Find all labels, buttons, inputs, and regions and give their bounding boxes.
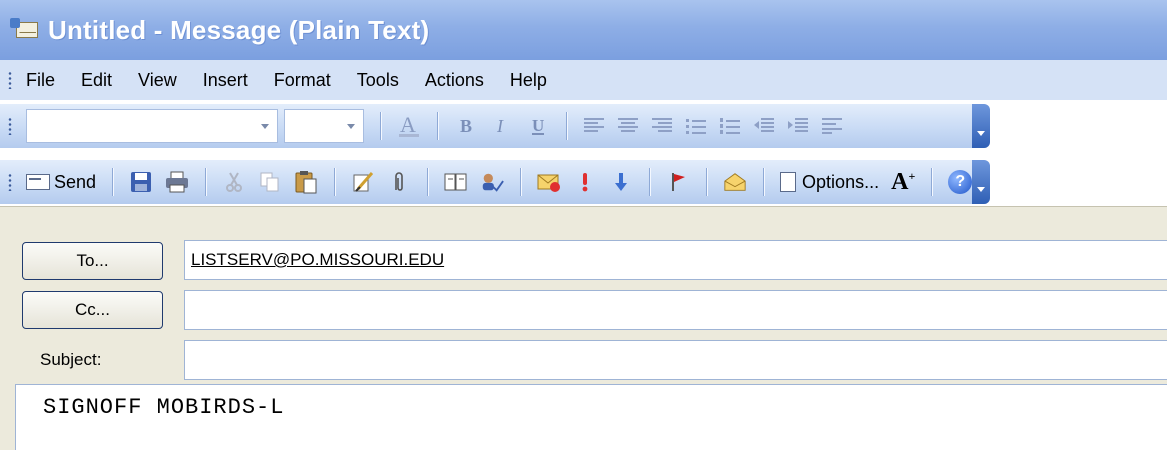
address-book-icon[interactable] — [444, 170, 468, 194]
bullets-icon[interactable] — [685, 117, 707, 135]
toolbar-separator — [427, 168, 429, 196]
toolbar-separator — [205, 168, 207, 196]
importance-high-icon[interactable] — [573, 170, 597, 194]
help-icon[interactable]: ? — [948, 170, 973, 194]
options-doc-icon — [780, 172, 797, 192]
menu-grip-handle[interactable] — [8, 71, 12, 89]
svg-text:A: A — [400, 113, 416, 137]
font-size-grow-icon[interactable]: A+ — [891, 169, 915, 196]
to-button[interactable]: To... — [22, 242, 163, 280]
italic-icon: I — [496, 116, 504, 136]
envelope-icon — [26, 174, 50, 190]
menu-file[interactable]: File — [26, 70, 55, 91]
send-button[interactable]: Send — [26, 172, 96, 193]
toolbar-options-chevron[interactable] — [972, 160, 990, 204]
menu-actions[interactable]: Actions — [425, 70, 484, 91]
align-left-icon[interactable] — [583, 117, 605, 135]
decrease-indent-icon[interactable] — [753, 117, 775, 135]
cut-icon[interactable] — [222, 170, 246, 194]
toolbar-separator — [706, 168, 708, 196]
toolbar-separator — [520, 168, 522, 196]
menu-view[interactable]: View — [138, 70, 177, 91]
toolbar-separator — [112, 168, 114, 196]
options-label: Options... — [802, 171, 880, 192]
check-names-icon[interactable] — [480, 170, 504, 194]
menu-insert[interactable]: Insert — [203, 70, 248, 91]
menu-tools[interactable]: Tools — [357, 70, 399, 91]
message-flag-envelope-icon[interactable] — [537, 170, 561, 194]
options-button[interactable]: Options... — [780, 172, 879, 193]
paperclip-icon[interactable] — [387, 170, 411, 194]
font-color-button[interactable]: A — [396, 111, 422, 141]
underline-icon: U — [532, 116, 544, 135]
formatting-toolbar-grip[interactable] — [8, 117, 12, 135]
chevron-down-icon — [347, 123, 355, 129]
message-app-icon — [10, 18, 40, 42]
standard-toolbar: Send Options... A+ ? — [0, 160, 990, 204]
font-size-combo[interactable] — [284, 109, 364, 143]
to-recipient[interactable]: LISTSERV@PO.MISSOURI.EDU — [191, 250, 444, 270]
toolbar-separator — [566, 112, 567, 140]
align-right-icon[interactable] — [651, 117, 673, 135]
title-bar: Untitled - Message (Plain Text) — [0, 0, 1167, 60]
copy-icon[interactable] — [258, 170, 282, 194]
attach-item-icon[interactable] — [351, 170, 375, 194]
svg-text:B: B — [460, 116, 472, 136]
font-name-combo[interactable] — [26, 109, 278, 143]
standard-toolbar-grip[interactable] — [8, 173, 12, 191]
cc-button[interactable]: Cc... — [22, 291, 163, 329]
underline-button[interactable]: U — [525, 111, 551, 141]
menu-format[interactable]: Format — [274, 70, 331, 91]
font-color-icon: A — [399, 113, 419, 137]
envelope-open-icon[interactable] — [723, 170, 747, 194]
subject-field[interactable] — [184, 340, 1167, 380]
toolbar-separator — [931, 168, 933, 196]
formatting-toolbar: A B I U — [0, 104, 990, 148]
menu-edit[interactable]: Edit — [81, 70, 112, 91]
numbering-icon[interactable] — [719, 117, 741, 135]
toolbar-separator — [763, 168, 765, 196]
style-icon[interactable] — [821, 117, 843, 135]
subject-label: Subject: — [40, 350, 102, 369]
svg-text:I: I — [496, 116, 504, 136]
chevron-down-icon — [261, 123, 269, 129]
toolbar-separator — [437, 112, 438, 140]
toolbar-separator — [380, 112, 381, 140]
print-icon[interactable] — [165, 170, 189, 194]
to-field[interactable]: LISTSERV@PO.MISSOURI.EDU — [184, 240, 1167, 280]
menu-help[interactable]: Help — [510, 70, 547, 91]
increase-indent-icon[interactable] — [787, 117, 809, 135]
svg-text:U: U — [532, 116, 544, 135]
toolbar-separator — [649, 168, 651, 196]
cc-field[interactable] — [184, 290, 1167, 330]
message-body[interactable]: SIGNOFF MOBIRDS-L — [15, 384, 1167, 450]
window-title: Untitled - Message (Plain Text) — [48, 14, 430, 45]
importance-low-icon[interactable] — [609, 170, 633, 194]
save-icon[interactable] — [129, 170, 153, 194]
paste-icon[interactable] — [294, 170, 318, 194]
menu-bar: File Edit View Insert Format Tools Actio… — [0, 60, 1167, 100]
italic-button[interactable]: I — [489, 111, 515, 141]
align-center-icon[interactable] — [617, 117, 639, 135]
toolbar-separator — [334, 168, 336, 196]
bold-button[interactable]: B — [453, 111, 479, 141]
follow-up-flag-icon[interactable] — [666, 170, 690, 194]
toolbar-options-chevron[interactable] — [972, 104, 990, 148]
bold-icon: B — [460, 116, 472, 136]
send-label: Send — [54, 171, 97, 192]
